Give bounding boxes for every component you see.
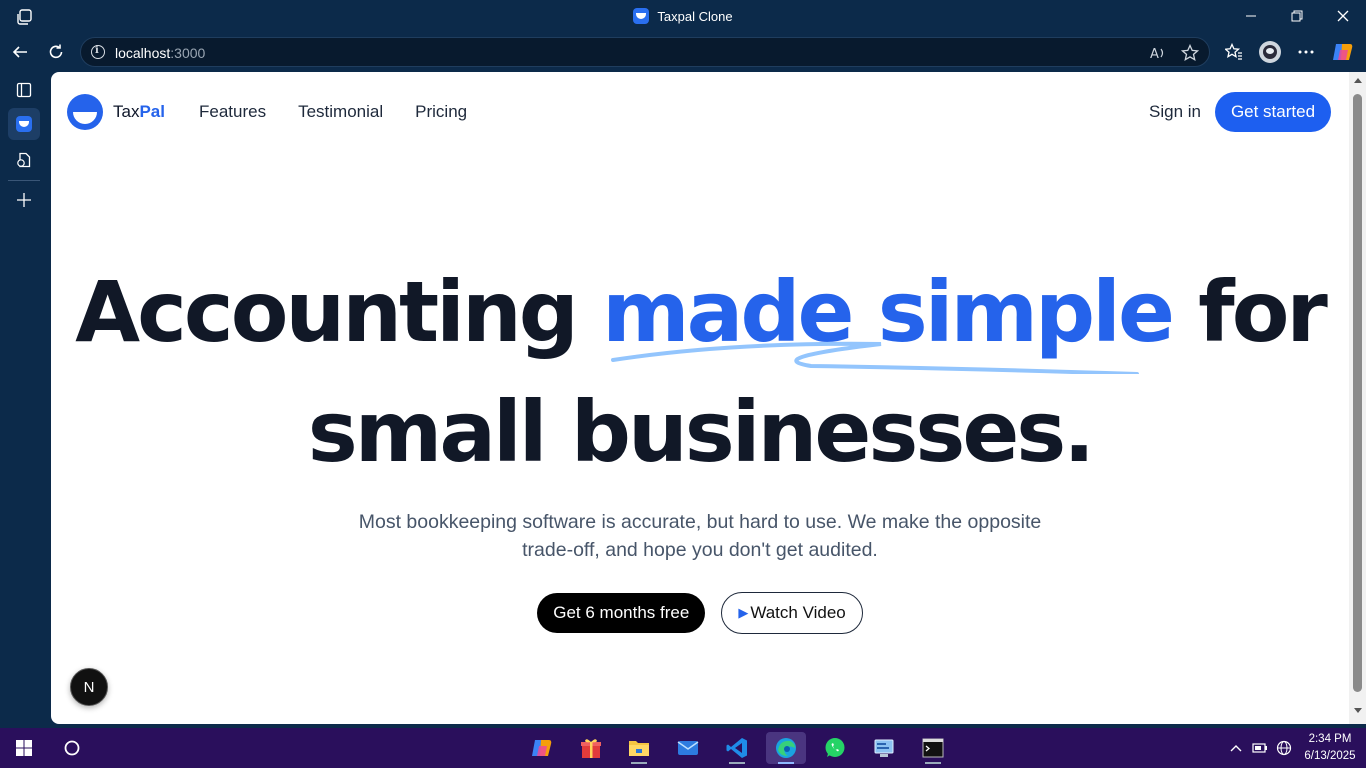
network-globe-icon[interactable] [1276,740,1292,756]
sidebar-divider [8,180,40,181]
title-bar: Taxpal Clone [0,0,1366,32]
edge-browser-icon [776,738,796,758]
hero-section: Accounting made simple for small busines… [51,252,1349,492]
tools-document-icon [17,152,31,168]
address-bar[interactable]: localhost:3000 A [80,37,1210,67]
search-button[interactable] [52,732,92,764]
back-arrow-icon [12,46,27,58]
plus-icon [17,193,31,207]
get-started-button[interactable]: Get started [1215,92,1331,132]
page-scrollbar[interactable] [1349,72,1366,724]
close-button[interactable] [1320,0,1366,32]
headline-line-2: small businesses. [307,383,1095,481]
window-title-area: Taxpal Clone [0,0,1366,32]
sidebar-item-taxpal[interactable] [8,108,40,140]
taskbar-whatsapp[interactable] [815,732,855,764]
play-icon: ▶ [738,605,749,620]
folder-icon [629,741,649,756]
taskbar-file-explorer[interactable] [619,732,659,764]
taskbar-gift-app[interactable] [571,732,611,764]
sign-in-link[interactable]: Sign in [1149,102,1201,122]
taskbar-terminal[interactable] [913,732,953,764]
running-indicator [729,762,745,764]
logo-text: TaxPal [113,102,165,121]
nav-link-pricing[interactable]: Pricing [415,102,467,122]
taskbar-edge[interactable] [766,732,806,764]
url-text[interactable]: localhost:3000 [115,45,205,61]
scroll-down-arrow-icon[interactable] [1354,708,1362,713]
control-panel-icon [874,739,894,757]
windows-taskbar: 2:34 PM 6/13/2025 [0,728,1366,768]
battery-icon[interactable] [1252,740,1268,756]
nav-link-testimonial[interactable]: Testimonial [298,102,383,122]
close-icon [1337,10,1349,22]
terminal-icon [922,738,944,758]
vscode-icon [726,738,747,758]
read-aloud-icon[interactable]: A [1149,44,1167,62]
taskbar-mail[interactable] [668,732,708,764]
clock-time: 2:34 PM [1308,733,1352,745]
tray-chevron-up-icon[interactable] [1228,740,1244,756]
refresh-button[interactable] [44,40,68,64]
watch-video-label: Watch Video [750,603,846,622]
scroll-up-arrow-icon[interactable] [1354,78,1362,83]
taxpal-tab-icon [16,116,32,132]
search-circle-icon [64,740,80,756]
favorite-star-icon[interactable] [1181,44,1199,62]
refresh-icon [49,44,63,59]
favorites-button[interactable] [1222,40,1246,64]
taxpal-logo-icon [67,94,103,130]
taxpal-logo[interactable]: TaxPal [67,94,165,130]
site-header: TaxPal Features Testimonial Pricing Sign… [51,72,1349,152]
more-dots-icon [1298,50,1314,54]
sidebar-add-button[interactable] [8,184,40,216]
clock-date: 6/13/2025 [1304,750,1356,762]
running-indicator [778,762,794,764]
sidebar-item-tabs[interactable] [8,74,40,106]
vertical-tabs-icon [16,82,32,98]
gift-icon [581,739,601,758]
taskbar-control-panel[interactable] [864,732,904,764]
profile-avatar-icon [1259,41,1281,63]
start-button[interactable] [4,732,44,764]
more-menu-button[interactable] [1294,40,1318,64]
copilot-app-icon [532,740,552,756]
sidebar-item-tools[interactable] [8,144,40,176]
taskbar-vscode[interactable] [717,732,757,764]
address-bar-row: localhost:3000 A [0,32,1366,72]
running-indicator [631,762,647,764]
favicon-icon [633,8,650,24]
underline-swoosh-icon [611,341,1139,374]
main-nav: Features Testimonial Pricing [199,102,467,122]
web-page: TaxPal Features Testimonial Pricing Sign… [51,72,1349,724]
browser-sidebar [0,72,46,728]
windows-logo-icon [16,740,32,756]
favorites-icon [1225,43,1242,60]
restore-icon [1291,10,1303,22]
minimize-icon [1246,15,1256,17]
whatsapp-icon [825,738,845,757]
svg-text:A: A [1150,47,1159,62]
watch-video-button[interactable]: ▶ Watch Video [721,592,863,634]
nav-link-features[interactable]: Features [199,102,266,122]
scrollbar-thumb[interactable] [1353,94,1362,692]
running-indicator [925,762,941,764]
copilot-button[interactable] [1331,40,1355,64]
profile-button[interactable] [1258,40,1282,64]
taskbar-copilot[interactable] [522,732,562,764]
system-clock[interactable]: 2:34 PM 6/13/2025 [1298,731,1362,765]
site-info-icon[interactable] [91,45,105,59]
copilot-icon [1333,44,1353,60]
get-6-months-free-button[interactable]: Get 6 months free [537,593,706,633]
window-title: Taxpal Clone [657,8,733,24]
hero-cta-group: Get 6 months free ▶ Watch Video [51,592,1349,634]
restore-button[interactable] [1274,0,1320,32]
nextjs-dev-badge[interactable]: N [70,668,108,706]
hero-subtitle: Most bookkeeping software is accurate, b… [358,511,1042,561]
back-button[interactable] [8,40,32,64]
mail-icon [677,741,699,755]
minimize-button[interactable] [1228,0,1274,32]
